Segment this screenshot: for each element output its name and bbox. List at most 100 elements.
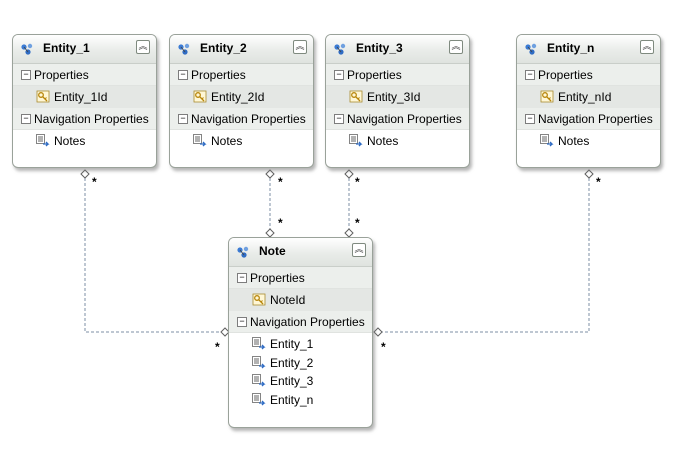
entity-title: Entity_n: [547, 41, 595, 55]
navigation-property-icon: [36, 134, 50, 147]
key-property-row[interactable]: Entity_2Id: [170, 86, 313, 108]
navigation-property-icon: [349, 134, 363, 147]
properties-section-header[interactable]: − Properties: [517, 64, 660, 86]
multiplicity-label: *: [278, 175, 283, 189]
entity-box-note[interactable]: Note ︽ − Properties NoteId − Navigation …: [228, 237, 373, 428]
section-label: Navigation Properties: [34, 112, 149, 126]
section-label: Properties: [347, 68, 402, 82]
section-label: Navigation Properties: [250, 315, 365, 329]
multiplicity-label: *: [596, 175, 601, 189]
collapse-section-icon[interactable]: −: [334, 114, 344, 124]
navigation-section-header[interactable]: − Navigation Properties: [13, 108, 156, 130]
navigation-property-name: Entity_1: [270, 337, 314, 351]
section-label: Properties: [34, 68, 89, 82]
property-name: Entity_1Id: [54, 90, 108, 104]
entity-title: Note: [259, 244, 286, 258]
navigation-property-row[interactable]: Notes: [170, 130, 313, 151]
key-property-icon: [540, 90, 554, 103]
entity-header[interactable]: Entity_3 ︽: [326, 35, 469, 64]
section-label: Properties: [250, 271, 305, 285]
section-label: Navigation Properties: [191, 112, 306, 126]
end-diamond-entity3: [344, 169, 354, 179]
properties-section-header[interactable]: − Properties: [13, 64, 156, 86]
navigation-property-row[interactable]: Entity_n: [229, 389, 372, 408]
key-property-row[interactable]: Entity_3Id: [326, 86, 469, 108]
entity-title: Entity_2: [200, 41, 247, 55]
navigation-property-name: Notes: [558, 134, 590, 148]
properties-section-header[interactable]: − Properties: [170, 64, 313, 86]
multiplicity-label: *: [278, 216, 283, 230]
properties-section-header[interactable]: − Properties: [229, 267, 372, 289]
collapse-section-icon[interactable]: −: [525, 114, 535, 124]
entity-box-entity-2[interactable]: Entity_2 ︽ − Properties Entity_2Id − Nav…: [169, 34, 314, 168]
navigation-section-header[interactable]: − Navigation Properties: [229, 311, 372, 333]
navigation-property-row[interactable]: Notes: [517, 130, 660, 151]
navigation-property-icon: [252, 355, 266, 368]
collapse-section-icon[interactable]: −: [21, 70, 31, 80]
section-label: Navigation Properties: [538, 112, 653, 126]
end-diamond-note-right: [373, 327, 383, 337]
collapse-section-icon[interactable]: −: [334, 70, 344, 80]
collapse-section-icon[interactable]: −: [178, 114, 188, 124]
entity-header[interactable]: Entity_1 ︽: [13, 35, 156, 64]
navigation-section-header[interactable]: − Navigation Properties: [517, 108, 660, 130]
collapse-chevron-icon[interactable]: ︽: [449, 40, 463, 54]
navigation-property-row[interactable]: Entity_3: [229, 370, 372, 389]
entity-title: Entity_3: [356, 41, 403, 55]
key-property-icon: [36, 90, 50, 103]
collapse-section-icon[interactable]: −: [21, 114, 31, 124]
collapse-section-icon[interactable]: −: [525, 70, 535, 80]
navigation-property-name: Notes: [211, 134, 243, 148]
property-name: Entity_nId: [558, 90, 612, 104]
section-label: Properties: [191, 68, 246, 82]
entity-header[interactable]: Entity_2 ︽: [170, 35, 313, 64]
navigation-section-header[interactable]: − Navigation Properties: [326, 108, 469, 130]
navigation-property-icon: [252, 374, 266, 387]
entity-header[interactable]: Note ︽: [229, 238, 372, 267]
key-property-row[interactable]: NoteId: [229, 289, 372, 311]
end-diamond-entity1: [80, 169, 90, 179]
key-property-icon: [193, 90, 207, 103]
end-diamond-entity2: [265, 169, 275, 179]
navigation-property-row[interactable]: Entity_1: [229, 333, 372, 352]
end-diamond-note-top-right: [344, 228, 354, 238]
collapse-chevron-icon[interactable]: ︽: [640, 40, 654, 54]
navigation-property-name: Notes: [367, 134, 399, 148]
navigation-property-row[interactable]: Notes: [326, 130, 469, 151]
multiplicity-label: *: [355, 175, 360, 189]
key-property-icon: [252, 293, 266, 306]
association-line-entity1-note: [84, 178, 225, 333]
property-name: NoteId: [270, 293, 306, 307]
navigation-property-row[interactable]: Notes: [13, 130, 156, 151]
collapse-chevron-icon[interactable]: ︽: [352, 243, 366, 257]
property-name: Entity_2Id: [211, 90, 265, 104]
multiplicity-label: *: [92, 175, 97, 189]
entity-type-icon: [237, 246, 249, 258]
entity-header[interactable]: Entity_n ︽: [517, 35, 660, 64]
property-name: Entity_3Id: [367, 90, 421, 104]
collapse-section-icon[interactable]: −: [237, 317, 247, 327]
collapse-chevron-icon[interactable]: ︽: [293, 40, 307, 54]
navigation-property-icon: [540, 134, 554, 147]
entity-box-entity-n[interactable]: Entity_n ︽ − Properties Entity_nId − Nav…: [516, 34, 661, 168]
navigation-property-name: Notes: [54, 134, 86, 148]
collapse-chevron-icon[interactable]: ︽: [136, 40, 150, 54]
multiplicity-label: *: [381, 340, 386, 354]
section-label: Properties: [538, 68, 593, 82]
key-property-icon: [349, 90, 363, 103]
entity-type-icon: [334, 43, 346, 55]
navigation-section-header[interactable]: − Navigation Properties: [170, 108, 313, 130]
collapse-section-icon[interactable]: −: [178, 70, 188, 80]
key-property-row[interactable]: Entity_1Id: [13, 86, 156, 108]
navigation-property-row[interactable]: Entity_2: [229, 352, 372, 371]
navigation-property-icon: [193, 134, 207, 147]
end-diamond-entityn: [584, 169, 594, 179]
properties-section-header[interactable]: − Properties: [326, 64, 469, 86]
entity-box-entity-1[interactable]: Entity_1 ︽ − Properties Entity_1Id − Nav…: [12, 34, 157, 168]
key-property-row[interactable]: Entity_nId: [517, 86, 660, 108]
entity-type-icon: [525, 43, 537, 55]
navigation-property-icon: [252, 392, 266, 405]
collapse-section-icon[interactable]: −: [237, 273, 247, 283]
entity-type-icon: [21, 43, 33, 55]
entity-box-entity-3[interactable]: Entity_3 ︽ − Properties Entity_3Id − Nav…: [325, 34, 470, 168]
